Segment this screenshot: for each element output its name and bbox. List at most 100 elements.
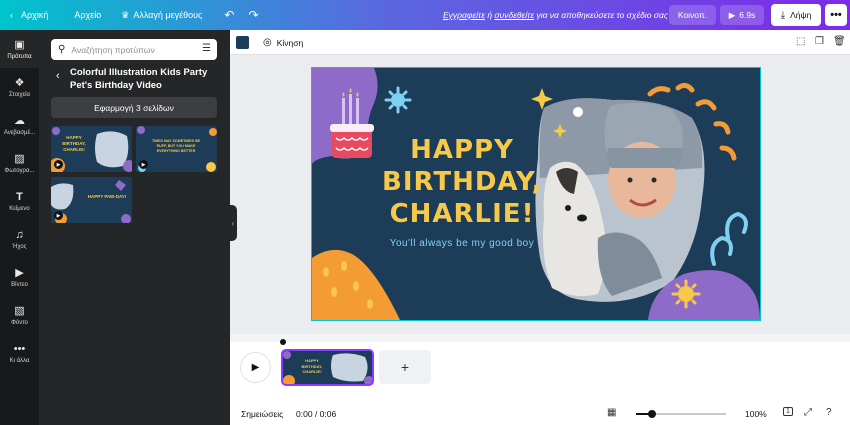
search-icon: ⚲ bbox=[58, 44, 66, 55]
signup-prompt: Εγγραφείτε ή συνδεθείτε για να αποθηκεύσ… bbox=[443, 0, 668, 30]
rail-uploads[interactable]: ☁ Ανεβασμέ... bbox=[0, 106, 39, 144]
time-display: 0:00 / 0:06 bbox=[296, 409, 337, 419]
elements-icon: ❖ bbox=[14, 77, 25, 89]
add-page-button[interactable]: + bbox=[379, 350, 431, 384]
play-icon: ▶ bbox=[728, 9, 736, 20]
templates-panel: ⚲ Αναζήτηση προτύπων ☰ ‹ Colorful Illust… bbox=[39, 30, 230, 425]
yellow-flower bbox=[671, 279, 701, 309]
rail-label: Κείμενο bbox=[9, 205, 30, 212]
rail-label: Φόντο bbox=[11, 320, 28, 326]
file-menu[interactable]: Αρχείο bbox=[74, 0, 101, 30]
rail-label: Πρότυπα bbox=[7, 54, 32, 60]
redo-button[interactable]: ↷ bbox=[248, 0, 258, 30]
resize-button[interactable]: ♛ Αλλαγή μεγέθους bbox=[121, 0, 202, 30]
rail-label: Στοιχεία bbox=[8, 92, 30, 98]
uploads-icon: ☁ bbox=[14, 115, 25, 127]
side-rail: ▣ Πρότυπα ❖ Στοιχεία ☁ Ανεβασμέ... ▨ Φωτ… bbox=[0, 30, 39, 425]
fullscreen-icon[interactable]: ⤢ bbox=[804, 407, 812, 418]
headline-line-2: BIRTHDAY, bbox=[382, 167, 543, 197]
play-icon: ▶ bbox=[54, 211, 63, 220]
rail-more[interactable]: ••• Κι άλλα bbox=[0, 334, 39, 372]
editor-toolbar: ◎ Κίνηση ⬚ ❐ 🗑︎ bbox=[230, 30, 850, 55]
preview-play-button[interactable]: ▶ 6.9s bbox=[720, 5, 764, 25]
signup-link[interactable]: Εγγραφείτε bbox=[443, 10, 485, 20]
timeline-panel: ▶ HAPPY BIRTHDAY, CHARLIE! + Σημειώσεις … bbox=[230, 339, 850, 425]
trash-icon[interactable]: 🗑︎ bbox=[833, 36, 846, 47]
more-icon: ••• bbox=[13, 342, 26, 355]
crown-icon: ♛ bbox=[121, 9, 130, 20]
playhead[interactable] bbox=[280, 339, 286, 345]
grid-view-icon[interactable]: ▦ bbox=[607, 407, 616, 418]
home-label: Αρχική bbox=[21, 10, 49, 20]
signup-or: ή bbox=[484, 10, 495, 20]
headline-line-3: CHARLIE! bbox=[389, 199, 535, 229]
rail-background[interactable]: ▧ Φόντο bbox=[0, 296, 39, 334]
search-placeholder: Αναζήτηση προτύπων bbox=[71, 44, 155, 55]
add-page-icon[interactable]: ⬚ bbox=[796, 36, 805, 47]
help-icon[interactable]: ? bbox=[826, 407, 832, 418]
thumb-text: TIMES MAY SOMETIMES BE RUFF, BUT YOU MAK… bbox=[151, 139, 201, 153]
collapse-panel-handle[interactable]: ‹ bbox=[229, 205, 237, 241]
rail-elements[interactable]: ❖ Στοιχεία bbox=[0, 68, 39, 106]
rail-video[interactable]: ▶ Βίντεο bbox=[0, 258, 39, 296]
blue-splat bbox=[384, 86, 412, 114]
download-icon: ⤓ bbox=[780, 9, 786, 21]
play-icon: ▶ bbox=[54, 160, 63, 169]
template-thumb[interactable]: HAPPY PAW-DAY! ▶ bbox=[51, 177, 132, 223]
zoom-slider[interactable] bbox=[636, 410, 726, 418]
thumb-text: HAPPY BIRTHDAY, CHARLIE! bbox=[62, 135, 86, 152]
rail-label: Ανεβασμέ... bbox=[3, 130, 36, 136]
rail-photos[interactable]: ▨ Φωτογρα... bbox=[0, 144, 39, 182]
duplicate-icon[interactable]: ❐ bbox=[815, 36, 824, 47]
play-icon: ▶ bbox=[251, 362, 260, 373]
login-link[interactable]: συνδεθείτε bbox=[494, 10, 534, 20]
chevron-left-icon: ‹ bbox=[10, 10, 13, 20]
duration-label: 6.9s bbox=[739, 10, 756, 20]
rail-text[interactable]: T Κείμενο bbox=[0, 182, 39, 220]
thumb-art bbox=[51, 177, 132, 223]
signup-suffix: για να αποθηκεύσετε το σχέδιο σας bbox=[534, 10, 668, 20]
horizontal-scrollbar[interactable] bbox=[230, 334, 850, 342]
template-title: Colorful Illustration Kids Party Pet's B… bbox=[70, 67, 208, 91]
download-label: Λήψη bbox=[790, 10, 812, 20]
filter-icon[interactable]: ☰ bbox=[202, 43, 211, 54]
share-button[interactable]: Κοινοπ. bbox=[669, 5, 716, 25]
background-icon: ▧ bbox=[14, 305, 25, 317]
subtitle-text[interactable]: You'll always be my good boy bbox=[374, 238, 550, 249]
rail-label: Ήχος bbox=[12, 243, 27, 250]
clip-text: HAPPY BIRTHDAY, CHARLIE! bbox=[301, 358, 323, 374]
text-icon: T bbox=[16, 190, 23, 203]
template-thumb[interactable]: TIMES MAY SOMETIMES BE RUFF, BUT YOU MAK… bbox=[136, 126, 217, 172]
play-icon: ▶ bbox=[139, 160, 148, 169]
undo-button[interactable]: ↶ bbox=[224, 0, 234, 30]
page-number-badge[interactable]: 1 bbox=[783, 407, 793, 416]
apply-pages-button[interactable]: Εφαρμογή 3 σελίδων bbox=[51, 97, 217, 118]
back-icon[interactable]: ‹ bbox=[56, 70, 60, 82]
notes-button[interactable]: Σημειώσεις bbox=[241, 409, 283, 419]
download-button[interactable]: ⤓ Λήψη bbox=[771, 4, 821, 26]
zoom-knob[interactable] bbox=[648, 410, 657, 418]
rail-label: Φωτογρα... bbox=[4, 168, 35, 174]
audio-icon: ♫ bbox=[15, 228, 24, 241]
more-options-button[interactable]: ••• bbox=[825, 4, 847, 26]
templates-icon: ▣ bbox=[14, 39, 25, 51]
rail-audio[interactable]: ♫ Ήχος bbox=[0, 220, 39, 258]
home-button[interactable]: ‹ Αρχική bbox=[10, 0, 48, 30]
rail-label: Κι άλλα bbox=[9, 357, 30, 364]
template-thumb[interactable]: HAPPY BIRTHDAY, CHARLIE! ▶ bbox=[51, 126, 132, 172]
background-color-swatch[interactable] bbox=[236, 36, 249, 49]
thumb-text: HAPPY PAW-DAY! bbox=[87, 194, 127, 199]
resize-label: Αλλαγή μεγέθους bbox=[133, 10, 203, 20]
photos-icon: ▨ bbox=[14, 153, 25, 165]
video-icon: ▶ bbox=[15, 267, 24, 279]
design-canvas[interactable]: HAPPY BIRTHDAY, CHARLIE! You'll always b… bbox=[311, 67, 761, 321]
timeline-play-button[interactable]: ▶ bbox=[241, 353, 270, 382]
rail-templates[interactable]: ▣ Πρότυπα bbox=[0, 30, 39, 68]
search-input[interactable]: ⚲ Αναζήτηση προτύπων ☰ bbox=[51, 39, 217, 60]
zoom-percentage[interactable]: 100% bbox=[745, 409, 767, 419]
animate-icon: ◎ bbox=[263, 37, 272, 48]
animate-button[interactable]: ◎ Κίνηση bbox=[263, 30, 303, 55]
rail-label: Βίντεο bbox=[11, 282, 28, 288]
timeline-clip[interactable]: HAPPY BIRTHDAY, CHARLIE! bbox=[281, 349, 374, 386]
headline[interactable]: HAPPY BIRTHDAY, CHARLIE! bbox=[382, 134, 542, 230]
